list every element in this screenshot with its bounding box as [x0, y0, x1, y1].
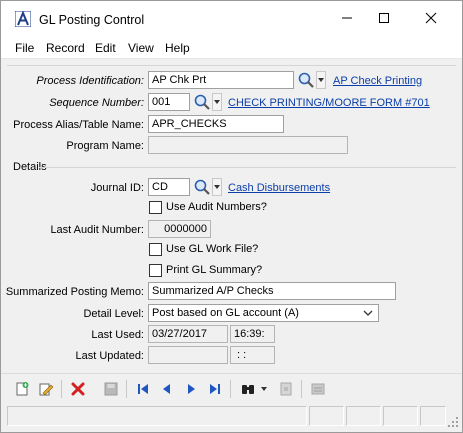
sequence-number-field[interactable]: 001 [148, 93, 190, 111]
sequence-link[interactable]: CHECK PRINTING/MOORE FORM #701 [228, 97, 430, 109]
minimize-icon [342, 17, 352, 19]
report-icon [280, 382, 292, 396]
maximize-button[interactable] [361, 1, 407, 35]
sequence-number-label: Sequence Number: [49, 97, 144, 109]
save-record-button[interactable] [102, 380, 120, 398]
record-toolbar [1, 373, 462, 403]
maximize-icon [379, 13, 389, 23]
print-gl-summary-checkbox[interactable] [149, 264, 162, 277]
process-id-lookup-icon[interactable] [297, 71, 315, 89]
last-used-date[interactable]: 03/27/2017 [148, 325, 228, 343]
program-name-field[interactable] [148, 136, 348, 154]
previous-record-icon [163, 384, 170, 394]
new-record-button[interactable] [13, 380, 31, 398]
sequence-dropdown[interactable] [212, 93, 222, 111]
lookup-dropdown[interactable] [259, 380, 269, 398]
journal-link[interactable]: Cash Disbursements [228, 182, 330, 194]
delete-x-icon [71, 382, 85, 396]
journal-lookup-icon[interactable] [193, 178, 211, 196]
status-cell-message [7, 406, 307, 426]
chevron-down-icon [214, 100, 220, 104]
status-cell-2 [346, 406, 381, 426]
app-logo-icon [15, 11, 31, 27]
menu-record[interactable]: Record [46, 41, 85, 55]
last-audit-number-field[interactable]: 0000000 [148, 220, 211, 238]
last-updated-time[interactable]: : : [230, 346, 275, 364]
program-name-label: Program Name: [66, 140, 144, 152]
first-record-icon [138, 384, 148, 394]
last-record-button[interactable] [206, 380, 224, 398]
close-icon [425, 12, 437, 24]
process-alias-label: Process Alias/Table Name: [13, 119, 144, 131]
next-record-button[interactable] [182, 380, 200, 398]
chevron-down-icon [318, 78, 324, 82]
close-button[interactable] [408, 1, 454, 35]
last-used-label: Last Used: [91, 329, 144, 341]
status-cell-4 [420, 406, 446, 426]
use-audit-numbers-checkbox[interactable] [149, 201, 162, 214]
sequence-lookup-icon[interactable] [193, 93, 211, 111]
last-audit-number-label: Last Audit Number: [50, 224, 144, 236]
edit-document-icon [39, 383, 54, 396]
chevron-down-icon [261, 387, 267, 391]
memo-button[interactable] [309, 380, 327, 398]
use-gl-work-file-label: Use GL Work File? [166, 243, 259, 255]
delete-record-button[interactable] [69, 380, 87, 398]
posting-memo-label: Summarized Posting Memo: [5, 286, 144, 298]
gl-posting-control-window: GL Posting Control File Record Edit View… [0, 0, 463, 433]
new-document-icon [16, 382, 29, 396]
last-updated-label: Last Updated: [75, 350, 145, 362]
form-top-divider [7, 65, 456, 66]
menu-help[interactable]: Help [165, 41, 190, 55]
chevron-down-icon [214, 185, 220, 189]
status-cell-1 [309, 406, 344, 426]
toolbar-separator [61, 380, 62, 398]
menu-bar: File Record Edit View Help [1, 35, 462, 59]
status-bar [1, 403, 462, 432]
use-audit-numbers-label: Use Audit Numbers? [166, 201, 267, 213]
binoculars-icon [242, 385, 254, 394]
last-used-time[interactable]: 16:39: [230, 325, 275, 343]
window-title: GL Posting Control [39, 13, 145, 27]
previous-record-button[interactable] [158, 380, 176, 398]
form-area: Process Identification: AP Chk Prt AP Ch… [1, 60, 462, 373]
title-bar: GL Posting Control [1, 1, 462, 35]
print-gl-summary-label: Print GL Summary? [166, 264, 263, 276]
detail-level-label: Detail Level: [83, 308, 144, 320]
last-record-icon [210, 384, 220, 394]
use-gl-work-file-checkbox[interactable] [149, 243, 162, 256]
next-record-icon [188, 384, 195, 394]
toolbar-separator [230, 380, 231, 398]
journal-dropdown[interactable] [212, 178, 222, 196]
process-alias-field[interactable]: APR_CHECKS [148, 115, 284, 133]
edit-record-button[interactable] [37, 380, 55, 398]
details-divider [39, 167, 456, 168]
posting-memo-field[interactable]: Summarized A/P Checks [148, 282, 396, 300]
chevron-down-icon [363, 310, 373, 316]
journal-id-label: Journal ID: [90, 182, 144, 194]
process-id-label: Process Identification: [36, 75, 144, 87]
process-id-link[interactable]: AP Check Printing [333, 75, 422, 87]
memo-icon [311, 383, 325, 395]
toolbar-separator [126, 380, 127, 398]
menu-file[interactable]: File [15, 41, 34, 55]
toolbar-separator [301, 380, 302, 398]
process-id-field[interactable]: AP Chk Prt [148, 71, 294, 89]
save-disk-icon [104, 382, 118, 396]
menu-view[interactable]: View [128, 41, 154, 55]
menu-edit[interactable]: Edit [95, 41, 116, 55]
first-record-button[interactable] [134, 380, 152, 398]
process-id-dropdown[interactable] [316, 71, 326, 89]
detail-level-value: Post based on GL account (A) [152, 307, 299, 319]
resize-grip-icon[interactable] [448, 417, 459, 428]
last-updated-date[interactable] [148, 346, 228, 364]
print-button[interactable] [277, 380, 295, 398]
status-cell-3 [383, 406, 418, 426]
detail-level-select[interactable]: Post based on GL account (A) [148, 304, 379, 322]
journal-id-field[interactable]: CD [148, 178, 190, 196]
lookup-button[interactable] [239, 380, 257, 398]
